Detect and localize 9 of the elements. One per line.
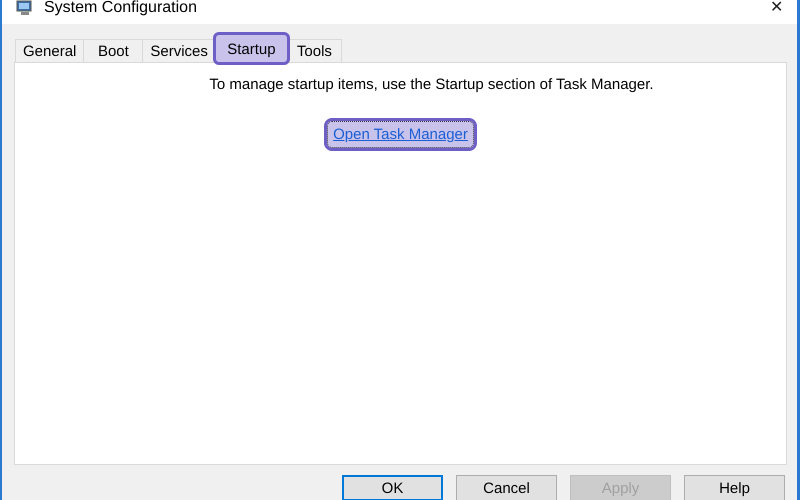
tab[interactable]: Startup xyxy=(214,34,288,63)
dialog-button[interactable]: Help xyxy=(684,475,785,500)
instruction-text: To manage startup items, use the Startup section of Task Manager. xyxy=(209,76,654,93)
computer-icon xyxy=(16,0,34,16)
dialog-button[interactable]: OK xyxy=(342,475,443,500)
close-button[interactable]: ✕ xyxy=(770,0,783,16)
dialog-button[interactable]: Cancel xyxy=(456,475,557,500)
window-title: System Configuration xyxy=(44,0,197,16)
tab[interactable]: General xyxy=(15,39,84,62)
